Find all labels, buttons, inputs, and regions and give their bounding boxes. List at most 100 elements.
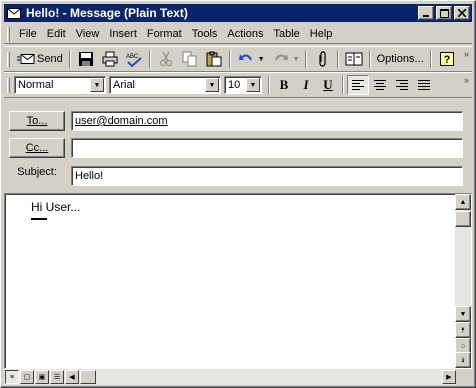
toolbar-separator [304, 50, 307, 68]
cc-button-label: Cc... [25, 142, 49, 154]
toolbar-grip[interactable] [7, 51, 10, 67]
menu-actions[interactable]: Actions [222, 28, 268, 40]
size-grip[interactable] [456, 369, 472, 385]
window-title: Hello! - Message (Plain Text) [26, 6, 188, 20]
align-left-icon [352, 79, 364, 90]
help-icon: ? [439, 52, 454, 66]
print-view-button[interactable]: ▣ [35, 370, 49, 384]
align-center-icon [374, 79, 386, 90]
chevron-down-icon[interactable]: ▼ [90, 78, 104, 92]
spelling-button[interactable]: ABC [123, 49, 145, 69]
bold-button[interactable]: B [273, 75, 295, 95]
formatting-toolbar: Normal ▼ Arial ▼ 10 ▼ B I U » [4, 72, 472, 98]
scroll-up-button[interactable]: ▲ [455, 194, 471, 210]
cc-field[interactable] [71, 138, 463, 158]
to-address: user@domain.com [75, 115, 168, 127]
paste-icon [206, 51, 222, 67]
menu-grip[interactable] [7, 26, 10, 42]
vertical-scrollbar[interactable]: ▲ ▼ ⯭ ○ ⯯ [455, 194, 471, 368]
send-label: Send [37, 53, 63, 65]
menu-file[interactable]: File [14, 28, 42, 40]
undo-button[interactable] [235, 49, 257, 69]
printer-icon [102, 51, 118, 67]
align-left-button[interactable] [347, 75, 369, 95]
options-button[interactable]: Options... [375, 49, 426, 69]
menu-table[interactable]: Table [268, 28, 304, 40]
menu-bar: File Edit View Insert Format Tools Actio… [4, 25, 472, 44]
cc-button[interactable]: Cc... [9, 138, 65, 158]
menu-edit[interactable]: Edit [42, 28, 71, 40]
address-book-button[interactable] [343, 49, 365, 69]
menu-view[interactable]: View [71, 28, 105, 40]
copy-icon [182, 51, 197, 67]
normal-view-button[interactable]: ≡ [5, 370, 19, 384]
subject-field[interactable]: Hello! [71, 166, 463, 186]
to-button-label: To... [26, 115, 48, 127]
title-bar[interactable]: Hello! - Message (Plain Text) [4, 4, 472, 22]
outline-view-button[interactable]: ☰ [50, 370, 64, 384]
font-combo[interactable]: Arial ▼ [109, 76, 221, 94]
options-label: Options... [376, 53, 424, 65]
attach-button[interactable] [311, 49, 333, 69]
send-button[interactable]: Send [15, 49, 65, 69]
toolbar-separator [342, 76, 344, 94]
help-button[interactable]: ? [436, 49, 458, 69]
toolbar-separator [268, 76, 270, 94]
previous-page-button[interactable]: ⯭ [455, 322, 471, 338]
scroll-thumb[interactable] [455, 211, 471, 227]
align-right-icon [396, 79, 408, 90]
close-button[interactable] [454, 6, 470, 20]
italic-button[interactable]: I [295, 75, 317, 95]
size-combo[interactable]: 10 ▼ [224, 76, 262, 94]
underline-button[interactable]: U [317, 75, 339, 95]
message-window: Hello! - Message (Plain Text) File Edit … [0, 0, 476, 388]
print-button[interactable] [99, 49, 121, 69]
scroll-down-button[interactable]: ▼ [455, 306, 471, 322]
maximize-button[interactable] [436, 6, 452, 20]
menu-tools[interactable]: Tools [187, 28, 223, 40]
paste-button[interactable] [203, 49, 225, 69]
redo-dropdown-icon[interactable]: ▼ [293, 56, 300, 63]
horizontal-scroll-thumb[interactable] [80, 370, 96, 384]
save-icon [78, 52, 93, 66]
size-value: 10 [228, 79, 241, 91]
cut-button[interactable] [155, 49, 177, 69]
minimize-button[interactable] [418, 6, 434, 20]
next-page-button[interactable]: ⯯ [455, 352, 471, 368]
chevron-down-icon[interactable]: ▼ [246, 78, 260, 92]
style-value: Normal [18, 79, 54, 91]
menu-help[interactable]: Help [305, 28, 338, 40]
toolbar-grip[interactable] [7, 77, 10, 93]
web-view-button[interactable]: ▢ [20, 370, 34, 384]
copy-button[interactable] [179, 49, 201, 69]
spellcheck-icon: ABC [126, 54, 142, 67]
scroll-left-button[interactable]: ◀ [65, 370, 79, 384]
redo-button[interactable] [270, 49, 292, 69]
chevron-down-icon[interactable]: ▼ [205, 78, 219, 92]
menu-insert[interactable]: Insert [104, 28, 142, 40]
style-combo[interactable]: Normal ▼ [14, 76, 106, 94]
to-field[interactable]: user@domain.com [71, 111, 463, 131]
toolbar-separator [228, 50, 231, 68]
save-button[interactable] [75, 49, 97, 69]
send-icon [17, 54, 35, 64]
align-right-button[interactable] [391, 75, 413, 95]
undo-dropdown-icon[interactable]: ▼ [258, 56, 265, 63]
text-cursor [31, 218, 47, 220]
toolbar-more-icon[interactable]: » [464, 75, 469, 85]
message-body[interactable]: Hi User... ▲ ▼ ⯭ ○ ⯯ [4, 193, 472, 369]
to-row: To... [9, 111, 65, 131]
font-value: Arial [113, 79, 136, 91]
standard-toolbar: Send ABC ▼ ▼ Options... ? » [4, 46, 472, 72]
toolbar-separator [368, 50, 371, 68]
menu-format[interactable]: Format [142, 28, 187, 40]
to-button[interactable]: To... [9, 111, 65, 131]
paperclip-icon [318, 51, 326, 67]
toolbar-more-icon[interactable]: » [464, 49, 469, 59]
justify-icon [418, 79, 430, 90]
cc-row: Cc... [9, 138, 65, 158]
toolbar-separator [336, 50, 339, 68]
justify-button[interactable] [413, 75, 435, 95]
align-center-button[interactable] [369, 75, 391, 95]
scroll-right-button[interactable]: ▶ [442, 370, 456, 384]
